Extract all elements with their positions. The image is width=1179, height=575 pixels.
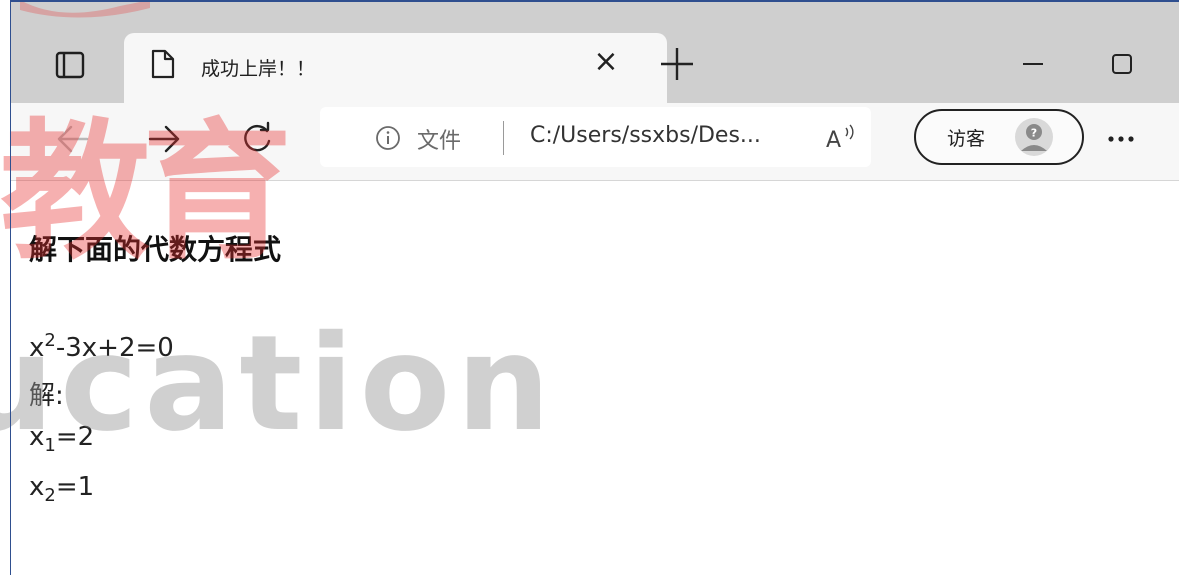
url-text: C:/Users/ssxbs/Des... xyxy=(530,123,761,148)
forward-arrow-icon[interactable] xyxy=(142,117,186,161)
browser-toolbar: 文件 C:/Users/ssxbs/Des... A 访客 ? xyxy=(11,103,1179,181)
solution-line-1: x1=2 xyxy=(29,422,94,456)
svg-text:A: A xyxy=(826,128,841,152)
document-icon xyxy=(151,49,175,79)
window-frame-left xyxy=(10,0,11,575)
browser-titlebar: 成功上岸！！ × xyxy=(11,2,1179,105)
tab-title: 成功上岸！！ xyxy=(201,58,316,80)
minimize-icon[interactable] xyxy=(1011,42,1055,86)
info-icon[interactable] xyxy=(375,125,401,151)
back-arrow-icon[interactable] xyxy=(51,117,95,161)
guest-avatar-icon: ? xyxy=(1015,118,1053,156)
solution-var: x xyxy=(29,472,45,502)
close-icon[interactable]: × xyxy=(591,47,621,77)
equation-rest: -3x+2=0 xyxy=(55,333,174,363)
solution-index: 2 xyxy=(44,485,56,506)
solution-value: =2 xyxy=(55,422,95,452)
svg-text:?: ? xyxy=(1031,127,1037,140)
more-icon[interactable] xyxy=(1099,117,1143,161)
plus-icon[interactable] xyxy=(655,42,699,86)
solution-value: =1 xyxy=(55,472,95,502)
address-bar[interactable]: 文件 C:/Users/ssxbs/Des... A xyxy=(320,107,871,167)
solution-line-2: x2=1 xyxy=(29,472,94,506)
maximize-icon[interactable] xyxy=(1100,42,1144,86)
solution-var: x xyxy=(29,422,45,452)
profile-button[interactable]: 访客 ? xyxy=(914,109,1084,165)
equation-line: x2-3x+2=0 xyxy=(29,330,174,363)
solution-label: 解: xyxy=(29,381,64,411)
window-frame-top xyxy=(10,0,1179,2)
equation-exponent: 2 xyxy=(44,330,56,351)
equation-base: x xyxy=(29,333,45,363)
profile-label: 访客 xyxy=(947,128,986,150)
solution-index: 1 xyxy=(44,435,56,456)
tab-active[interactable]: 成功上岸！！ × xyxy=(124,33,667,105)
read-aloud-icon[interactable]: A xyxy=(824,122,858,153)
address-divider xyxy=(503,121,504,155)
page-heading: 解下面的代数方程式 xyxy=(29,233,282,266)
site-info-label: 文件 xyxy=(417,129,462,154)
tab-switcher-icon[interactable] xyxy=(53,50,87,80)
page-content: 解下面的代数方程式 x2-3x+2=0 解: x1=2 x2=1 xyxy=(29,182,1129,575)
refresh-icon[interactable] xyxy=(235,117,279,161)
